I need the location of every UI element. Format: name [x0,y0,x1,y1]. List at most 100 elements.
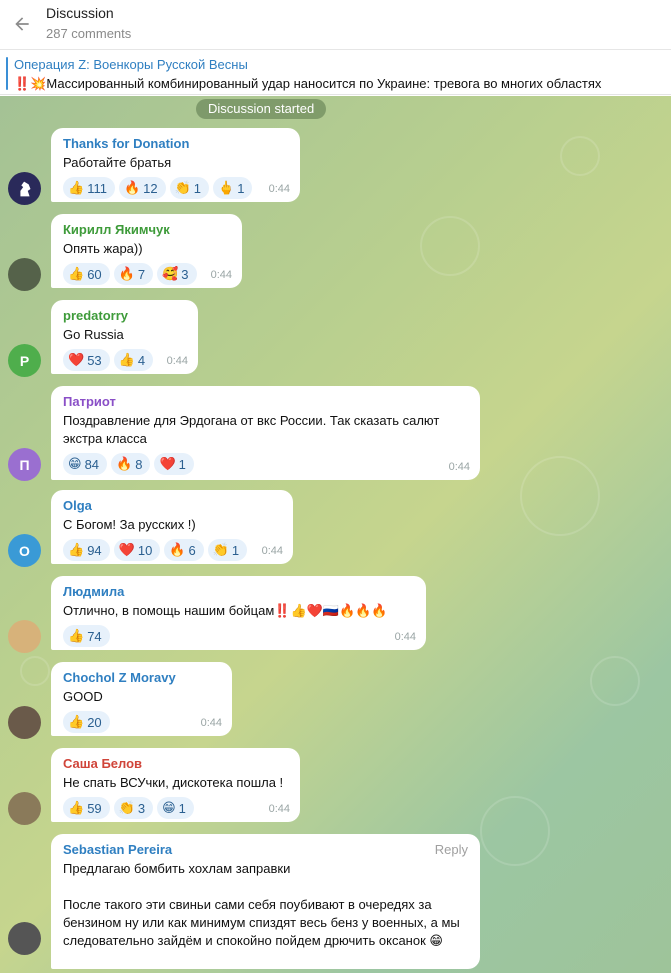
reaction-chip[interactable]: 👍 60 [63,263,110,285]
reaction-count: 12 [143,180,158,196]
horse-icon [19,181,30,196]
reaction-chip[interactable]: 👍 4 [113,349,154,371]
reaction-chip[interactable]: ❤️ 1 [154,453,194,475]
arrow-left-icon [15,17,29,31]
reply-button[interactable]: Reply [435,842,468,857]
reaction-count: 3 [137,800,146,816]
avatar[interactable] [8,172,41,205]
reaction-chip[interactable]: 👏 1 [169,177,210,199]
reaction-chip[interactable]: 😁 84 [63,453,108,475]
reaction-emoji: 🥰 [162,266,179,281]
reaction-chip[interactable]: 👏 3 [113,797,154,819]
message-bubble[interactable]: Chochol Z Moravy GOOD 👍 20 0:44 [51,662,232,736]
avatar[interactable]: P [8,344,41,377]
reactions: 👍 60 🔥 7 🥰 3 [63,263,230,285]
reactions: 😁 84 🔥 8 ❤️ 1 [63,453,468,475]
pinned-indicator [6,57,8,90]
reaction-chip[interactable]: 🔥 6 [164,539,204,561]
message-text: Go Russia [63,327,124,342]
message-author[interactable]: Саша Белов [63,756,288,771]
message-bubble[interactable]: Кирилл Якимчук Опять жара)) 👍 60 🔥 7 🥰 3 0:… [51,214,242,288]
reaction-count: 53 [87,352,102,368]
message-bubble[interactable]: Thanks for Donation Работайте братья 👍 11… [51,128,300,202]
reaction-emoji: 👍 [68,800,85,815]
message-author[interactable]: Sebastian Pereira [63,842,468,857]
reaction-count: 20 [87,714,102,730]
back-button[interactable] [8,10,36,38]
reaction-chip[interactable]: 🖕 1 [213,177,253,199]
avatar[interactable] [8,706,41,739]
message-bubble[interactable]: Саша Белов Не спать ВСУчки, дискотека по… [51,748,300,822]
reaction-chip[interactable]: 👍 111 [63,177,115,199]
reaction-emoji: 🔥 [118,266,135,281]
avatar[interactable] [8,792,41,825]
reaction-chip[interactable]: ❤️ 10 [113,539,161,561]
message-bubble[interactable]: predatorry Go Russia ❤️ 53 👍 4 0:44 [51,300,198,374]
reaction-chip[interactable]: 👏 1 [207,539,248,561]
reaction-chip[interactable]: 🔥 7 [113,263,154,285]
message-time: 0:44 [268,803,290,815]
reaction-count: 1 [237,180,245,196]
reaction-chip[interactable]: 👍 20 [63,711,110,733]
reaction-emoji: 👏 [212,542,229,557]
reaction-count: 8 [135,456,143,472]
pinned-channel-name: Операция Z: Военкоры Русской Весны [14,57,248,72]
message-text: Опять жара)) [63,241,143,256]
message-author[interactable]: predatorry [63,308,186,323]
reaction-emoji: 👍 [68,628,85,643]
chat-area: Discussion started Thanks for Donation Р… [0,96,671,973]
message-bubble[interactable]: Патриот Поздравление для Эрдогана от вкс… [51,386,480,480]
reaction-count: 111 [87,180,107,196]
comment-count: 287 comments [46,26,132,41]
message-text: Работайте братья [63,155,172,170]
message-time: 0:44 [448,461,470,473]
message-time: 0:44 [268,183,290,195]
message-author[interactable]: Olga [63,498,281,513]
reaction-count: 94 [87,542,102,558]
reaction-chip[interactable]: 🥰 3 [157,263,197,285]
message-time: 0:44 [200,717,222,729]
reaction-emoji: ❤️ [159,456,176,471]
message-author[interactable]: Thanks for Donation [63,136,288,151]
reaction-chip[interactable]: 🔥 12 [118,177,166,199]
message-text: GOOD [63,689,103,704]
reaction-emoji: 👏 [174,180,191,195]
message-author[interactable]: Кирилл Якимчук [63,222,230,237]
message-author[interactable]: Chochol Z Moravy [63,670,220,685]
reaction-count: 4 [137,352,146,368]
background-doodle [420,216,480,276]
background-doodle [480,796,550,866]
reaction-count: 74 [87,628,102,644]
message-author[interactable]: Патриот [63,394,468,409]
reaction-count: 60 [87,266,102,282]
message-bubble[interactable]: Людмила Отлично, в помощь нашим бойцам‼️… [51,576,426,650]
reaction-emoji: 😁 [162,800,176,815]
message-text: Поздравление для Эрдогана от вкс России.… [63,413,440,446]
avatar[interactable] [8,922,41,955]
reactions: 👍 94 ❤️ 10 🔥 6 👏 1 [63,539,281,561]
reaction-chip[interactable]: 👍 74 [63,625,110,647]
reaction-emoji: 👍 [118,352,135,367]
avatar[interactable] [8,620,41,653]
reaction-emoji: 🔥 [116,456,133,471]
reaction-chip[interactable]: 🔥 8 [111,453,151,475]
reactions: 👍 20 [63,711,220,733]
background-doodle [590,656,640,706]
reaction-chip[interactable]: 😁 1 [157,797,194,819]
reaction-emoji: 🖕 [218,180,235,195]
message-author[interactable]: Людмила [63,584,414,599]
avatar[interactable]: O [8,534,41,567]
reaction-emoji: 🔥 [169,542,186,557]
reaction-chip[interactable]: ❤️ 53 [63,349,110,371]
reaction-chip[interactable]: 👍 59 [63,797,110,819]
chat-header: Discussion 287 comments [0,0,671,50]
background-doodle [520,456,600,536]
reaction-emoji: 👏 [118,800,135,815]
avatar[interactable]: П [8,448,41,481]
pinned-message[interactable]: Операция Z: Военкоры Русской Весны ‼️💥Ма… [0,51,671,95]
message-bubble[interactable]: Olga С Богом! За русских !) 👍 94 ❤️ 10 🔥 6 … [51,490,293,564]
message-bubble[interactable]: Sebastian Pereira Reply Предлагаю бомбит… [51,834,480,969]
reaction-count: 59 [87,800,102,816]
avatar[interactable] [8,258,41,291]
reaction-chip[interactable]: 👍 94 [63,539,110,561]
